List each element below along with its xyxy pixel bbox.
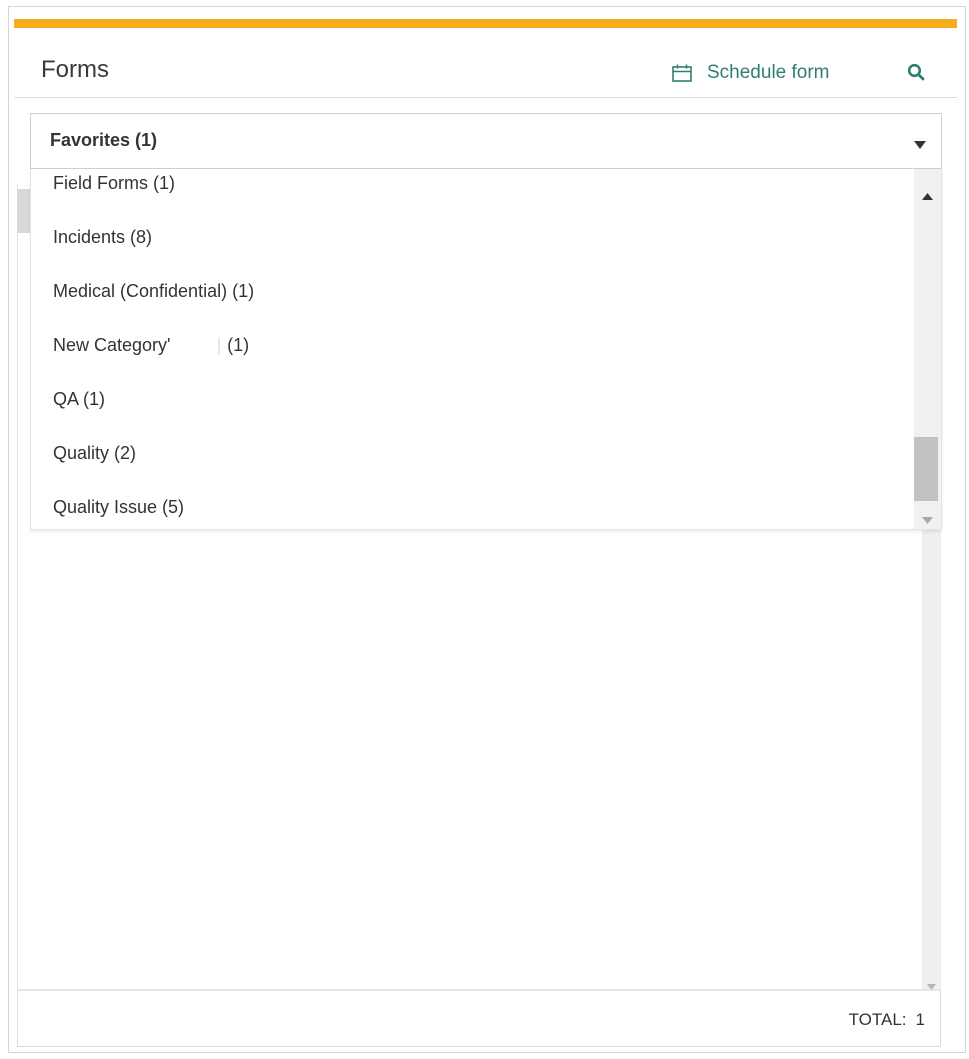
scrollbar-thumb[interactable] bbox=[914, 437, 938, 501]
separator: | bbox=[216, 334, 222, 355]
forms-footer: TOTAL: 1 bbox=[17, 989, 941, 1047]
accent-bar bbox=[14, 19, 957, 28]
search-icon bbox=[907, 63, 925, 86]
category-dropdown: Field Forms (1) Incidents (8) Medical (C… bbox=[30, 169, 942, 530]
scroll-down-icon[interactable] bbox=[922, 511, 933, 524]
schedule-form-button[interactable]: Schedule form bbox=[672, 60, 830, 86]
dropdown-item-label: Incidents (8) bbox=[53, 226, 153, 247]
dropdown-item-incidents[interactable]: Incidents (8) bbox=[31, 210, 913, 264]
dropdown-item-label: Quality (2) bbox=[53, 442, 137, 463]
total-label: TOTAL: bbox=[848, 1010, 907, 1029]
total-value: 1 bbox=[915, 1010, 925, 1029]
page-title: Forms bbox=[41, 56, 109, 83]
scroll-down-icon[interactable] bbox=[927, 977, 936, 990]
dropdown-item-quality-issue[interactable]: Quality Issue (5) bbox=[31, 480, 913, 529]
dropdown-item-label: Quality Issue (5) bbox=[53, 496, 185, 517]
category-select[interactable]: Favorites (1) bbox=[30, 113, 942, 169]
search-button[interactable] bbox=[904, 62, 928, 86]
dropdown-item-label: New Category' bbox=[53, 334, 171, 355]
dropdown-item-medical-confidential[interactable]: Medical (Confidential) (1) bbox=[31, 264, 913, 318]
dropdown-item-label: QA (1) bbox=[53, 388, 106, 409]
dropdown-item-field-forms[interactable]: Field Forms (1) bbox=[31, 169, 913, 210]
calendar-icon bbox=[672, 64, 692, 82]
forms-header: Forms Schedule form bbox=[14, 28, 957, 98]
category-select-value: Favorites (1) bbox=[50, 130, 158, 150]
schedule-form-label: Schedule form bbox=[707, 62, 830, 83]
dropdown-item-count: (1) bbox=[227, 334, 250, 355]
total-count: TOTAL: 1 bbox=[849, 1010, 925, 1030]
dropdown-item-new-category[interactable]: New Category' | (1) bbox=[31, 318, 913, 372]
dropdown-item-label: Field Forms (1) bbox=[53, 172, 176, 193]
caret-down-icon bbox=[913, 137, 927, 149]
dropdown-item-quality[interactable]: Quality (2) bbox=[31, 426, 913, 480]
dropdown-item-qa[interactable]: QA (1) bbox=[31, 372, 913, 426]
list-row-stub bbox=[17, 189, 30, 233]
scroll-up-icon[interactable] bbox=[922, 187, 933, 200]
dropdown-scrollbar[interactable] bbox=[914, 169, 941, 529]
dropdown-item-label: Medical (Confidential) (1) bbox=[53, 280, 255, 301]
